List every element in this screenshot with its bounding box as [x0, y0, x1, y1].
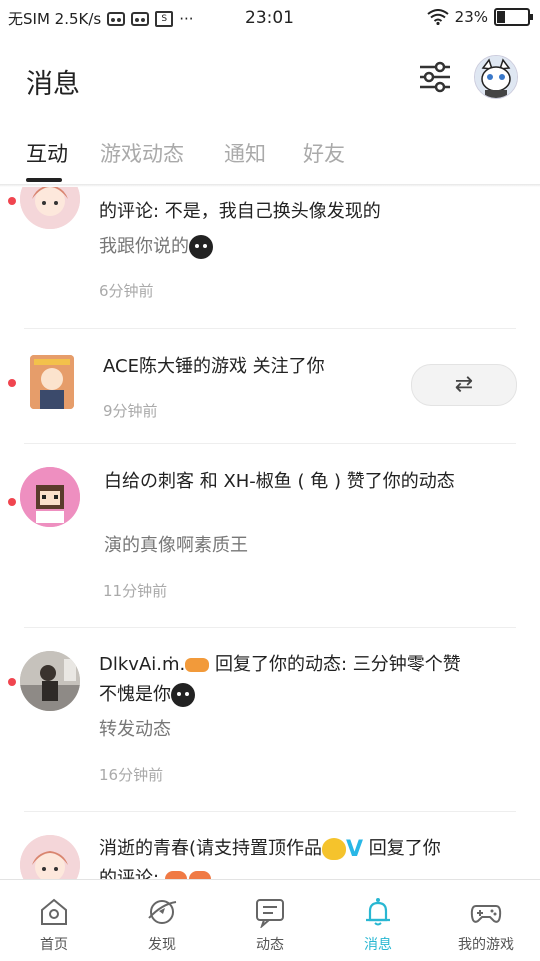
message-feed[interactable]: 的评论: 不是，我自己换头像发现的 我跟你说的 6分钟前 ACE陈大锤的游戏 关…: [0, 187, 540, 879]
face-emoji-icon: [322, 838, 347, 860]
wifi-icon: [427, 9, 449, 25]
list-item[interactable]: 白给の刺客 和 XH-椒鱼 ( 龟 ) 赞了你的动态 演的真像啊素质王 11分钟…: [0, 443, 540, 627]
avatar[interactable]: [20, 467, 80, 527]
clock: 23:01: [245, 8, 294, 28]
quote-text: 我跟你说的: [99, 236, 189, 257]
message-text: 白给の刺客 和 XH-椒鱼 ( 龟 ) 赞了你的动态: [104, 471, 455, 492]
filter-settings-button[interactable]: [418, 60, 452, 94]
list-item[interactable]: 消逝的青春(请支持置顶作品 V 回复了你 的评论:: [0, 811, 540, 879]
page-title: 消息: [26, 69, 80, 100]
nav-label: 动态: [256, 937, 284, 953]
notification-icon: [107, 11, 126, 26]
message-text: DlkvAi.ṁ. 回复了你的动态: 三分钟零个赞: [99, 650, 461, 676]
follow-back-button[interactable]: ⇄: [411, 364, 517, 406]
home-icon: [41, 898, 67, 925]
pixel-avatar-icon: [20, 467, 80, 527]
message-text: ACE陈大锤的游戏 关注了你: [103, 356, 325, 377]
message-quote: 演的真像啊素质王: [104, 535, 248, 556]
tab-interaction[interactable]: 互动: [26, 138, 68, 168]
battery-percent: 23%: [454, 8, 488, 26]
anime-girl-avatar-icon: [20, 835, 80, 879]
message-text-line2-text: 的评论:: [99, 868, 160, 879]
timestamp: 9分钟前: [103, 402, 158, 420]
timestamp: 16分钟前: [99, 766, 164, 784]
message-rest: 回复了你的动态: 三分钟零个赞: [209, 654, 461, 675]
notification-icon: [131, 11, 150, 26]
cat-avatar-icon: [475, 56, 517, 98]
nav-feed[interactable]: 动态: [216, 880, 324, 961]
message-quote: 我跟你说的: [99, 232, 213, 259]
timestamp: 6分钟前: [99, 282, 154, 300]
anime-girl-avatar-icon: [20, 187, 80, 229]
list-item[interactable]: DlkvAi.ṁ. 回复了你的动态: 三分钟零个赞 不愧是你 转发动态 16分钟…: [0, 627, 540, 811]
page-header: 消息: [0, 40, 540, 120]
sender-name[interactable]: DlkvAi.ṁ.: [99, 654, 185, 675]
message-text: 的评论: 不是，我自己换头像发现的: [99, 201, 381, 222]
discover-icon: [148, 900, 177, 924]
photo-avatar-icon: [20, 651, 80, 711]
nav-label: 首页: [40, 937, 68, 953]
message-text-line2: 的评论:: [99, 864, 213, 879]
message-text: 消逝的青春(请支持置顶作品 V 回复了你: [99, 834, 441, 862]
bottom-navigation: 首页 发现 动态 消息 我的游戏: [0, 879, 540, 961]
dark-face-emoji-icon: [189, 235, 213, 259]
message-text-line2-text: 不愧是你: [99, 684, 171, 705]
gamepad-icon: [470, 905, 502, 923]
crab-emoji-icon: [188, 871, 211, 879]
message-tabs: 互动 游戏动态 通知 好友: [0, 138, 540, 184]
nav-messages[interactable]: 消息: [324, 880, 432, 961]
dark-face-emoji-icon: [171, 683, 195, 707]
nav-home[interactable]: 首页: [0, 880, 108, 961]
nav-label: 消息: [364, 937, 392, 953]
list-item[interactable]: ACE陈大锤的游戏 关注了你 9分钟前 ⇄: [0, 328, 540, 443]
nav-label: 我的游戏: [458, 937, 514, 953]
avatar[interactable]: [30, 355, 74, 409]
tab-friends[interactable]: 好友: [303, 138, 345, 168]
avatar[interactable]: [20, 835, 80, 879]
tab-notifications[interactable]: 通知: [224, 138, 266, 168]
message-text-line2: 不愧是你: [99, 680, 195, 707]
battery-icon: [494, 8, 533, 26]
feed-icon: [256, 899, 284, 928]
unread-dot: [8, 678, 16, 686]
unread-dot: [8, 197, 16, 205]
avatar[interactable]: [20, 651, 80, 711]
sender-name[interactable]: 消逝的青春(请支持置顶作品: [99, 838, 322, 859]
message-quote: 转发动态: [99, 719, 171, 740]
nav-label: 发现: [148, 937, 176, 953]
bell-icon: [366, 898, 390, 926]
list-item[interactable]: 的评论: 不是，我自己换头像发现的 我跟你说的 6分钟前: [0, 187, 540, 315]
swap-icon: ⇄: [454, 372, 474, 397]
nav-my-games[interactable]: 我的游戏: [432, 880, 540, 961]
cartoon-avatar-icon: [30, 355, 74, 409]
active-tab-indicator: [26, 178, 62, 182]
s-icon: S: [155, 10, 174, 27]
tab-game-updates[interactable]: 游戏动态: [100, 138, 184, 168]
avatar[interactable]: [20, 187, 80, 229]
timestamp: 11分钟前: [103, 582, 168, 600]
message-rest: 回复了你: [363, 838, 441, 859]
unread-dot: [8, 498, 16, 506]
status-right: 23%: [427, 8, 533, 26]
bow-emoji-icon: [185, 658, 210, 672]
crab-emoji-icon: [164, 871, 187, 879]
user-avatar[interactable]: [474, 55, 518, 99]
nav-discover[interactable]: 发现: [108, 880, 216, 961]
message-text-partial: [99, 187, 105, 188]
status-left: 无SIM 2.5K/s S ···: [8, 8, 194, 29]
more-dots: ···: [179, 9, 194, 28]
sliders-icon: [420, 61, 450, 93]
carrier-text: 无SIM 2.5K/s: [8, 10, 102, 28]
unread-dot: [8, 379, 16, 387]
verified-v-icon: V: [346, 836, 364, 862]
status-bar: 无SIM 2.5K/s S ··· 23:01 23%: [0, 0, 540, 36]
